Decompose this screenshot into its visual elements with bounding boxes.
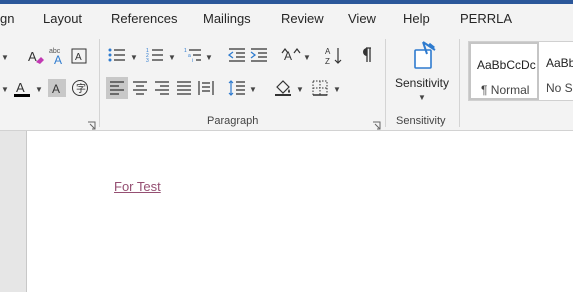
- shading-icon[interactable]: [272, 77, 294, 99]
- chevron-down-icon[interactable]: ▼: [249, 85, 257, 94]
- character-border-icon[interactable]: A: [70, 47, 88, 65]
- group-divider: [459, 39, 460, 127]
- show-marks-icon[interactable]: [356, 45, 376, 65]
- sensitivity-button[interactable]: Sensitivity ▼: [393, 75, 451, 105]
- tab-view[interactable]: View: [348, 11, 376, 26]
- sort-icon[interactable]: AZ: [324, 45, 344, 67]
- decrease-indent-icon[interactable]: [227, 45, 247, 65]
- font-color-icon[interactable]: A: [12, 78, 32, 100]
- clear-format-icon[interactable]: A: [26, 47, 46, 67]
- svg-text:A: A: [75, 52, 82, 63]
- chevron-down-icon[interactable]: ▼: [168, 53, 176, 62]
- ribbon-tabs: gn Layout References Mailings Review Vie…: [0, 4, 573, 33]
- numbering-icon[interactable]: 123: [145, 45, 165, 65]
- style-sample: AaBbCcDc: [477, 58, 536, 72]
- chevron-down-icon[interactable]: ▼: [296, 85, 304, 94]
- svg-text:A: A: [325, 47, 331, 56]
- borders-icon[interactable]: [310, 77, 330, 99]
- phonetic-guide-icon[interactable]: abc A: [48, 45, 68, 67]
- tab-help[interactable]: Help: [403, 11, 430, 26]
- line-spacing-icon[interactable]: [227, 77, 247, 99]
- tab-layout[interactable]: Layout: [43, 11, 82, 26]
- justify-icon[interactable]: [174, 77, 194, 99]
- chevron-down-icon[interactable]: ▼: [1, 53, 9, 62]
- sensitivity-button-label: Sensitivity: [395, 76, 450, 90]
- svg-text:Z: Z: [325, 57, 330, 66]
- svg-text:i: i: [192, 58, 193, 63]
- svg-text:a: a: [188, 53, 191, 59]
- document-page[interactable]: [26, 131, 573, 292]
- style-name: No Sp: [546, 81, 573, 95]
- chevron-down-icon[interactable]: ▼: [303, 53, 311, 62]
- style-normal[interactable]: AaBbCcDc ¶ Normal: [469, 42, 539, 100]
- text-direction-icon[interactable]: A: [280, 45, 302, 65]
- chevron-down-icon[interactable]: ▼: [1, 85, 9, 94]
- style-name: ¶ Normal: [481, 83, 530, 97]
- svg-text:A: A: [54, 53, 62, 67]
- svg-text:字: 字: [76, 82, 86, 95]
- chevron-down-icon[interactable]: ▼: [35, 85, 43, 94]
- document-hyperlink[interactable]: For Test: [114, 179, 161, 194]
- svg-text:A: A: [28, 49, 37, 64]
- svg-text:3: 3: [146, 58, 149, 63]
- style-sample: AaBbl: [546, 56, 573, 70]
- font-dialog-launcher-icon[interactable]: [87, 117, 96, 130]
- tab-design[interactable]: gn: [0, 11, 14, 26]
- sensitivity-icon[interactable]: [408, 39, 438, 71]
- chevron-down-icon[interactable]: ▼: [333, 85, 341, 94]
- align-right-icon[interactable]: [152, 77, 172, 99]
- tab-perrla[interactable]: PERRLA: [460, 11, 512, 26]
- svg-text:A: A: [284, 49, 292, 63]
- center-icon[interactable]: [130, 77, 150, 99]
- align-left-icon[interactable]: [106, 77, 128, 99]
- paragraph-group-label: Paragraph: [207, 115, 259, 127]
- svg-text:A: A: [52, 82, 60, 95]
- tab-references[interactable]: References: [111, 11, 177, 26]
- chevron-down-icon: ▼: [418, 93, 426, 102]
- bullets-icon[interactable]: [107, 45, 127, 65]
- svg-text:1: 1: [184, 48, 187, 54]
- tab-review[interactable]: Review: [281, 11, 324, 26]
- increase-indent-icon[interactable]: [249, 45, 269, 65]
- style-no-spacing[interactable]: AaBbl No Sp: [541, 42, 573, 100]
- svg-text:A: A: [16, 80, 25, 95]
- character-shading-icon[interactable]: A: [48, 79, 66, 97]
- sensitivity-group-label: Sensitivity: [396, 115, 446, 127]
- enclose-character-icon[interactable]: 字: [70, 78, 90, 98]
- group-divider: [385, 39, 386, 127]
- chevron-down-icon[interactable]: ▼: [205, 53, 213, 62]
- chevron-down-icon[interactable]: ▼: [130, 53, 138, 62]
- paragraph-dialog-launcher-icon[interactable]: [372, 117, 381, 130]
- multilevel-list-icon[interactable]: 1ai: [183, 45, 203, 65]
- tab-mailings[interactable]: Mailings: [203, 11, 251, 26]
- group-divider: [99, 39, 100, 127]
- distributed-icon[interactable]: [196, 77, 216, 99]
- styles-gallery: AaBbCcDc ¶ Normal AaBbl No Sp: [468, 41, 573, 101]
